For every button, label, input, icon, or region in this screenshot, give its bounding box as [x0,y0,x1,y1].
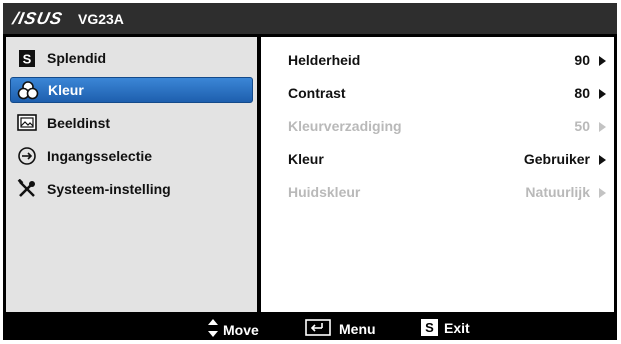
setting-row-helderheid[interactable]: Helderheid 90 [288,52,606,72]
setting-row-contrast[interactable]: Contrast 80 [288,85,606,105]
model-name: VG23A [78,11,124,27]
setting-value: 80 [574,85,590,101]
menu-item-systeem[interactable]: Systeem-instelling [10,176,253,202]
input-arrow-icon [16,146,38,166]
chevron-right-icon[interactable] [599,89,606,99]
move-hint[interactable]: Move [208,319,259,340]
setting-label: Huidskleur [288,184,361,200]
setting-value: Gebruiker [523,151,590,167]
tools-icon [16,179,38,199]
menu-item-ingangsselectie[interactable]: Ingangsselectie [10,143,253,169]
main-menu: S Splendid Kleur Beeldinst Ingangsselect… [6,37,257,312]
menu-item-label: Ingangsselectie [47,148,153,164]
menu-hint[interactable]: Menu [305,319,376,339]
svg-text:S: S [23,51,32,66]
menu-item-label: Kleur [48,82,84,98]
menu-item-beeldinst[interactable]: Beeldinst [10,110,253,136]
exit-hint[interactable]: S Exit [421,319,470,336]
s-key-icon: S [421,319,438,336]
menu-item-splendid[interactable]: S Splendid [10,45,253,71]
enter-icon [305,319,331,339]
settings-panel: Helderheid 90 Contrast 80 Kleurverzadigi… [261,37,614,312]
setting-label: Kleurverzadiging [288,118,402,134]
color-circles-icon [17,80,39,100]
menu-label: Menu [339,321,376,337]
osd-header: /ISUS VG23A [3,3,617,34]
image-icon [16,113,38,133]
setting-value: 90 [574,52,590,68]
setting-label: Helderheid [288,52,361,68]
setting-row-huidskleur: Huidskleur Natuurlijk [288,184,606,204]
menu-item-label: Splendid [47,50,107,66]
asus-logo: /ISUS [11,9,65,28]
setting-label: Contrast [288,85,346,101]
setting-value: 50 [574,118,590,134]
setting-label: Kleur [288,151,324,167]
chevron-right-icon[interactable] [599,155,606,165]
move-label: Move [223,321,259,338]
osd-footer: Move Menu S Exit [3,315,617,340]
menu-item-label: Beeldinst [47,115,111,131]
exit-label: Exit [444,319,470,336]
osd-window: /ISUS VG23A S Splendid Kleur Beeldinst I… [3,3,617,340]
chevron-right-icon[interactable] [599,56,606,66]
menu-item-kleur[interactable]: Kleur [10,77,253,103]
up-down-arrow-icon [208,319,218,340]
menu-item-label: Systeem-instelling [47,181,171,197]
splendid-s-icon: S [16,48,38,68]
chevron-right-icon [599,122,606,132]
setting-value: Natuurlijk [525,184,590,200]
setting-row-kleur[interactable]: Kleur Gebruiker [288,151,606,171]
chevron-right-icon [599,188,606,198]
setting-row-kleurverzadiging: Kleurverzadiging 50 [288,118,606,138]
